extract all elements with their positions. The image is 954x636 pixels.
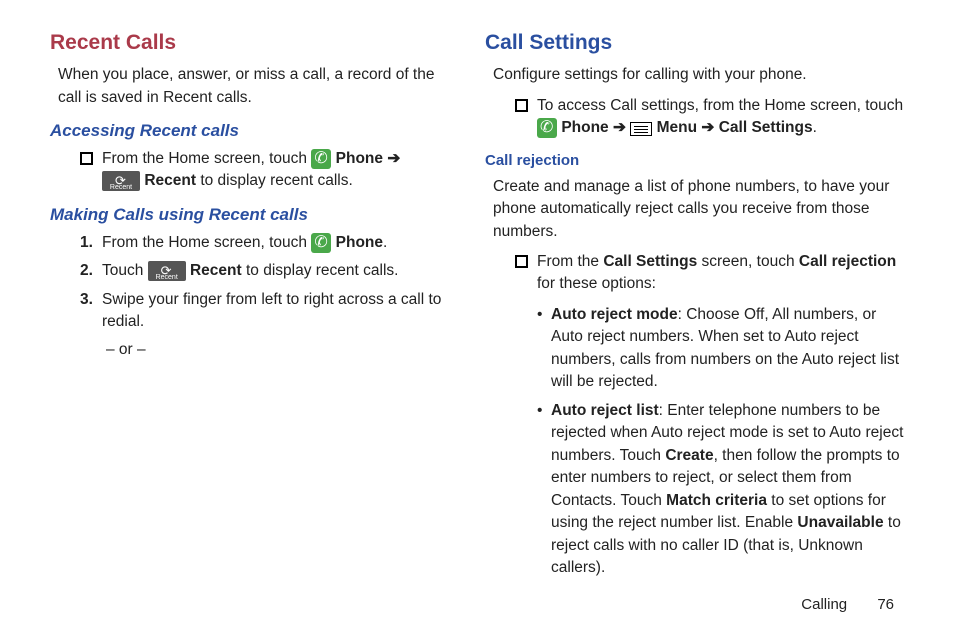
call-settings-access-item: To access Call settings, from the Home s… bbox=[515, 95, 904, 140]
call-settings-label: Call Settings bbox=[719, 119, 813, 136]
or-divider: – or – bbox=[106, 339, 459, 361]
call-settings-intro: Configure settings for calling with your… bbox=[493, 64, 904, 86]
recent-label: Recent bbox=[144, 172, 196, 189]
phone-icon bbox=[311, 233, 331, 253]
footer-page-number: 76 bbox=[877, 596, 894, 613]
recent-icon bbox=[102, 171, 140, 191]
recent-calls-intro: When you place, answer, or miss a call, … bbox=[58, 64, 459, 109]
text: Swipe your finger from left to right acr… bbox=[102, 291, 441, 330]
step-number: 2. bbox=[80, 260, 93, 282]
menu-icon bbox=[630, 122, 652, 136]
phone-label: Phone bbox=[561, 119, 608, 136]
making-step-2: 2. Touch Recent to display recent calls. bbox=[80, 260, 459, 282]
menu-label: Menu bbox=[657, 119, 697, 136]
heading-call-rejection: Call rejection bbox=[485, 150, 904, 172]
call-rejection-item: From the Call Settings screen, touch Cal… bbox=[515, 251, 904, 580]
text: To access Call settings, from the Home s… bbox=[537, 97, 903, 114]
auto-reject-list-item: Auto reject list: Enter telephone number… bbox=[537, 400, 904, 580]
step-number: 3. bbox=[80, 289, 93, 311]
text: screen, touch bbox=[697, 253, 799, 270]
auto-reject-mode-item: Auto reject mode: Choose Off, All number… bbox=[537, 304, 904, 394]
accessing-item: From the Home screen, touch Phone ➔ Rece… bbox=[80, 148, 459, 193]
heading-recent-calls: Recent Calls bbox=[50, 28, 459, 58]
call-settings-label: Call Settings bbox=[603, 253, 697, 270]
recent-icon bbox=[148, 261, 186, 281]
option-label: Auto reject list bbox=[551, 402, 659, 419]
footer-section: Calling bbox=[801, 596, 847, 613]
making-calls-list: 1. From the Home screen, touch Phone. 2.… bbox=[80, 232, 459, 334]
arrow-icon: ➔ bbox=[613, 119, 626, 136]
heading-accessing-recent: Accessing Recent calls bbox=[50, 119, 459, 144]
call-rejection-list: From the Call Settings screen, touch Cal… bbox=[515, 251, 904, 580]
making-step-1: 1. From the Home screen, touch Phone. bbox=[80, 232, 459, 254]
text: to display recent calls. bbox=[246, 262, 399, 279]
text: Touch bbox=[102, 262, 148, 279]
arrow-icon: ➔ bbox=[387, 150, 400, 167]
period: . bbox=[813, 119, 817, 136]
making-step-3: 3. Swipe your finger from left to right … bbox=[80, 289, 459, 334]
heading-making-calls: Making Calls using Recent calls bbox=[50, 203, 459, 228]
text: to display recent calls. bbox=[200, 172, 353, 189]
page-container: Recent Calls When you place, answer, or … bbox=[0, 0, 954, 586]
arrow-icon: ➔ bbox=[701, 119, 714, 136]
recent-label: Recent bbox=[190, 262, 242, 279]
phone-icon bbox=[311, 149, 331, 169]
phone-label: Phone bbox=[336, 150, 383, 167]
page-footer: Calling 76 bbox=[801, 594, 894, 616]
phone-icon bbox=[537, 118, 557, 138]
right-column: Call Settings Configure settings for cal… bbox=[477, 28, 904, 586]
text: From the bbox=[537, 253, 603, 270]
step-number: 1. bbox=[80, 232, 93, 254]
match-criteria-label: Match criteria bbox=[666, 492, 767, 509]
left-column: Recent Calls When you place, answer, or … bbox=[50, 28, 477, 586]
phone-label: Phone bbox=[336, 234, 383, 251]
option-label: Auto reject mode bbox=[551, 306, 678, 323]
text: From the Home screen, touch bbox=[102, 234, 311, 251]
rejection-options-list: Auto reject mode: Choose Off, All number… bbox=[537, 304, 904, 580]
call-rejection-label: Call rejection bbox=[799, 253, 896, 270]
unavailable-label: Unavailable bbox=[797, 514, 883, 531]
heading-call-settings: Call Settings bbox=[485, 28, 904, 58]
text: for these options: bbox=[537, 275, 656, 292]
create-label: Create bbox=[665, 447, 713, 464]
call-rejection-intro: Create and manage a list of phone number… bbox=[493, 176, 904, 243]
accessing-list: From the Home screen, touch Phone ➔ Rece… bbox=[80, 148, 459, 193]
text: From the Home screen, touch bbox=[102, 150, 311, 167]
call-settings-access-list: To access Call settings, from the Home s… bbox=[515, 95, 904, 140]
